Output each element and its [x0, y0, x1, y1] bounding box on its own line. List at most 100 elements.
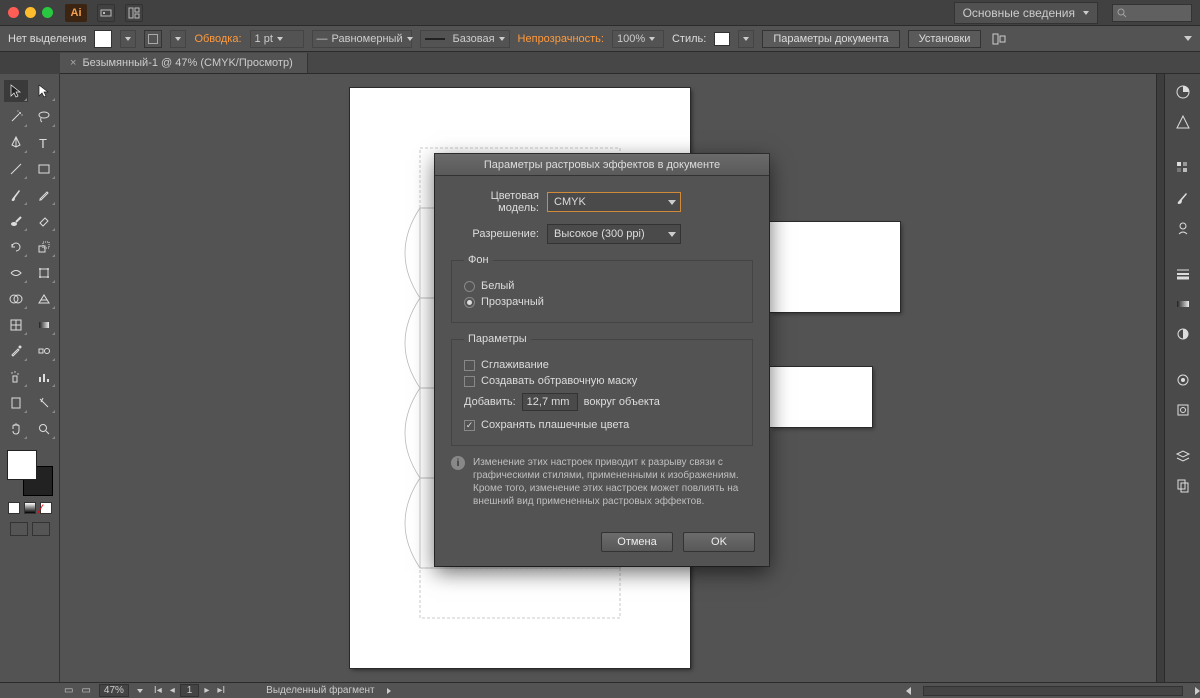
stroke-dropdown[interactable] — [170, 30, 186, 48]
hscrollbar[interactable] — [923, 686, 1183, 696]
symbol-sprayer-tool[interactable] — [4, 366, 28, 388]
column-graph-tool[interactable] — [32, 366, 56, 388]
stroke-dash-dropdown[interactable]: — Равномерный — [312, 30, 412, 48]
perspective-grid-tool[interactable] — [32, 288, 56, 310]
swatches-panel-icon[interactable] — [1171, 156, 1195, 180]
document-tab[interactable]: × Безымянный-1 @ 47% (CMYK/Просмотр) — [60, 53, 308, 73]
close-tab-icon[interactable]: × — [70, 57, 76, 69]
preferences-button[interactable]: Установки — [908, 30, 982, 48]
color-model-select[interactable]: CMYK — [547, 192, 681, 212]
stroke-weight-field[interactable]: 1 pt — [250, 30, 304, 48]
next-artboard-button[interactable]: ▸ — [201, 685, 212, 696]
hand-tool[interactable] — [4, 418, 28, 440]
checkbox-preserve-spot[interactable]: Сохранять плашечные цвета — [464, 419, 740, 431]
selection-tool[interactable] — [4, 80, 28, 102]
width-tool[interactable] — [4, 262, 28, 284]
hscroll-right[interactable] — [1195, 687, 1200, 695]
hscroll-left[interactable] — [906, 687, 911, 695]
checkbox-antialias[interactable]: Сглаживание — [464, 359, 740, 371]
line-segment-tool[interactable] — [4, 158, 28, 180]
type-tool[interactable]: T — [32, 132, 56, 154]
transparency-panel-icon[interactable] — [1171, 322, 1195, 346]
layers-panel-icon[interactable] — [1171, 444, 1195, 468]
graphic-styles-panel-icon[interactable] — [1171, 398, 1195, 422]
appearance-panel-icon[interactable] — [1171, 368, 1195, 392]
pencil-tool[interactable] — [32, 184, 56, 206]
resolution-select[interactable]: Высокое (300 ppi) — [547, 224, 681, 244]
align-icon[interactable] — [989, 33, 1009, 45]
fill-dropdown[interactable] — [120, 30, 136, 48]
zoom-window-icon[interactable] — [42, 7, 53, 18]
stroke-swatch[interactable] — [144, 30, 162, 48]
chevron-right-icon[interactable] — [387, 688, 391, 694]
color-mode-gradient[interactable] — [24, 502, 36, 514]
color-mode-solid[interactable] — [8, 502, 20, 514]
document-setup-button[interactable]: Параметры документа — [762, 30, 899, 48]
arrange-documents-icon[interactable] — [125, 4, 143, 22]
fill-swatch[interactable] — [94, 30, 112, 48]
control-bar-menu-icon[interactable] — [1184, 36, 1192, 41]
gradient-panel-icon[interactable] — [1171, 292, 1195, 316]
add-around-field[interactable]: 12,7 mm — [522, 393, 578, 411]
last-artboard-button[interactable]: ▸I — [214, 685, 228, 696]
artboard-number-field[interactable]: 1 — [180, 684, 200, 697]
close-window-icon[interactable] — [8, 7, 19, 18]
symbols-panel-icon[interactable] — [1171, 216, 1195, 240]
paintbrush-tool[interactable] — [4, 184, 28, 206]
pen-tool[interactable] — [4, 132, 28, 154]
brushes-panel-icon[interactable] — [1171, 186, 1195, 210]
screen-mode[interactable] — [32, 522, 50, 536]
draw-mode-normal[interactable] — [10, 522, 28, 536]
fill-color-swatch[interactable] — [7, 450, 37, 480]
radio-transparent[interactable]: Прозрачный — [464, 296, 740, 308]
lasso-tool[interactable] — [32, 106, 56, 128]
artboard-tool[interactable] — [4, 392, 28, 414]
floating-rect-1[interactable] — [770, 222, 900, 312]
scale-tool[interactable] — [32, 236, 56, 258]
rotate-tool[interactable] — [4, 236, 28, 258]
cancel-button[interactable]: Отмена — [601, 532, 673, 552]
search-input[interactable] — [1112, 4, 1192, 22]
rectangle-tool[interactable] — [32, 158, 56, 180]
eyedropper-tool[interactable] — [4, 340, 28, 362]
shape-builder-tool[interactable] — [4, 288, 28, 310]
zoom-field[interactable]: 47% — [99, 684, 129, 697]
stroke-label[interactable]: Обводка: — [194, 33, 241, 45]
floating-rect-2[interactable] — [770, 367, 872, 427]
direct-selection-tool[interactable] — [32, 80, 56, 102]
info-icon: i — [451, 456, 465, 470]
window-controls[interactable] — [8, 7, 53, 18]
chevron-down-icon[interactable] — [137, 689, 143, 693]
fill-stroke-color[interactable] — [7, 450, 53, 496]
color-panel-icon[interactable] — [1171, 80, 1195, 104]
color-guide-panel-icon[interactable] — [1171, 110, 1195, 134]
dock-collapse-strip[interactable] — [1156, 74, 1164, 682]
zoom-tool[interactable] — [32, 418, 56, 440]
artboards-panel-icon[interactable] — [1171, 474, 1195, 498]
bridge-icon[interactable] — [97, 4, 115, 22]
mesh-tool[interactable] — [4, 314, 28, 336]
graphic-style-swatch[interactable] — [714, 32, 730, 46]
first-artboard-button[interactable]: I◂ — [151, 685, 165, 696]
blob-brush-tool[interactable] — [4, 210, 28, 232]
stroke-panel-icon[interactable] — [1171, 262, 1195, 286]
ok-button[interactable]: OK — [683, 532, 755, 552]
magic-wand-tool[interactable] — [4, 106, 28, 128]
blend-tool[interactable] — [32, 340, 56, 362]
minimize-window-icon[interactable] — [25, 7, 36, 18]
view-mode-icon[interactable]: ▭ — [64, 685, 73, 696]
eraser-tool[interactable] — [32, 210, 56, 232]
gradient-tool[interactable] — [32, 314, 56, 336]
prev-artboard-button[interactable]: ◂ — [167, 685, 178, 696]
opacity-field[interactable]: 100% — [612, 30, 664, 48]
color-mode-none[interactable]: ⁄ — [40, 502, 52, 514]
gpu-preview-icon[interactable]: ▭ — [81, 685, 90, 696]
radio-white[interactable]: Белый — [464, 280, 740, 292]
workspace-switcher[interactable]: Основные сведения — [954, 2, 1098, 24]
graphic-style-dropdown[interactable] — [738, 30, 754, 48]
opacity-label[interactable]: Непрозрачность: — [518, 33, 604, 45]
checkbox-clipmask[interactable]: Создавать обтравочную маску — [464, 375, 740, 387]
slice-tool[interactable] — [32, 392, 56, 414]
stroke-profile-dropdown[interactable]: Базовая — [420, 30, 510, 48]
free-transform-tool[interactable] — [32, 262, 56, 284]
